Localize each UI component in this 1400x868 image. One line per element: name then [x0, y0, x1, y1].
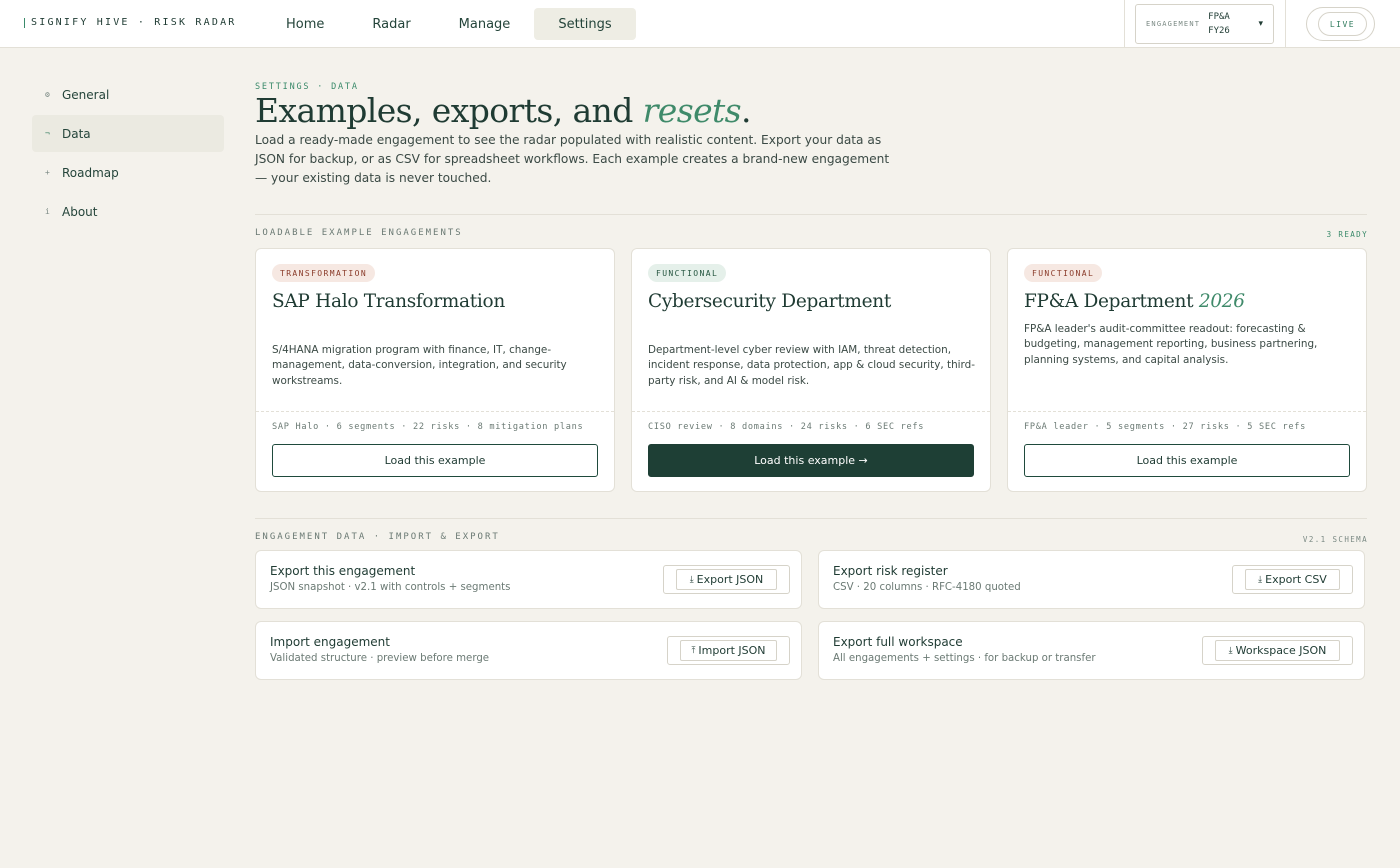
example-meta: CISO review · 8 domains · 24 risks · 6 S… [648, 422, 925, 432]
card-divider [632, 411, 990, 412]
example-meta: FP&A leader · 5 segments · 27 risks · 5 … [1024, 422, 1306, 432]
export-workspace-row: Export full workspace All engagements + … [818, 621, 1365, 680]
category-tag: FUNCTIONAL [648, 264, 727, 282]
download-icon: ⤓ [1228, 645, 1233, 656]
example-title: Cybersecurity Department [648, 289, 891, 315]
sidebar-item-data[interactable]: ¬ Data [32, 115, 224, 152]
plus-icon: + [45, 168, 50, 177]
card-divider [256, 411, 614, 412]
import-json-button[interactable]: ⤒ Import JSON [680, 640, 777, 661]
example-title-text: Cybersecurity Department [648, 291, 892, 312]
nav-settings[interactable]: Settings [534, 8, 636, 40]
example-title-text: FP&A Department [1024, 291, 1199, 312]
sidebar-item-label: General [62, 87, 110, 102]
data-section-title: ENGAGEMENT DATA · IMPORT & EXPORT [255, 532, 500, 542]
nav-manage[interactable]: Manage [435, 8, 535, 40]
top-bar: SIGNIFY HIVE · RISK RADAR Home Radar Man… [0, 0, 1400, 48]
row-subtitle: CSV · 20 columns · RFC-4180 quoted [833, 582, 1021, 593]
engagement-switcher: ENGAGEMENT FP&A FY26 ▾ [1124, 0, 1286, 48]
button-label: Export CSV [1265, 573, 1327, 586]
example-title: SAP Halo Transformation [272, 289, 505, 315]
page-title: Examples, exports, and resets. [255, 88, 751, 134]
nav-home[interactable]: Home [262, 8, 348, 40]
example-meta: SAP Halo · 6 segments · 22 risks · 8 mit… [272, 422, 584, 432]
gear-icon: ⚙ [45, 90, 50, 99]
section-divider [255, 214, 1367, 215]
example-card-fpa: FUNCTIONAL FP&A Department 2026 FP&A lea… [1007, 248, 1367, 492]
page-title-end: . [741, 91, 751, 130]
sidebar-item-about[interactable]: i About [32, 193, 224, 230]
export-engagement-row: Export this engagement JSON snapshot · v… [255, 550, 802, 609]
example-card-sap: TRANSFORMATION SAP Halo Transformation S… [255, 248, 615, 492]
info-icon: i [45, 207, 50, 216]
workspace-json-frame: ⤓ Workspace JSON [1202, 636, 1353, 665]
export-json-button[interactable]: ⤓ Export JSON [676, 569, 777, 590]
brand-name: SIGNIFY HIVE · RISK RADAR [31, 17, 237, 28]
button-label: Workspace JSON [1235, 644, 1327, 657]
sidebar-item-roadmap[interactable]: + Roadmap [32, 154, 224, 191]
sidebar-item-general[interactable]: ⚙ General [32, 76, 224, 113]
data-icon: ¬ [45, 129, 50, 138]
sidebar-item-label: Roadmap [62, 165, 119, 180]
export-register-row: Export risk register CSV · 20 columns · … [818, 550, 1365, 609]
row-subtitle: Validated structure · preview before mer… [270, 653, 490, 664]
load-example-button[interactable]: Load this example [1024, 444, 1350, 477]
page-description: Load a ready-made engagement to see the … [255, 133, 890, 185]
upload-icon: ⤒ [691, 645, 696, 656]
example-card-cyber: FUNCTIONAL Cybersecurity Department Depa… [631, 248, 991, 492]
brand: SIGNIFY HIVE · RISK RADAR [24, 17, 237, 28]
category-tag: TRANSFORMATION [272, 264, 376, 282]
download-icon: ⤓ [1258, 574, 1263, 585]
button-label: Export JSON [696, 573, 764, 586]
example-description: FP&A leader's audit-committee readout: f… [1024, 323, 1318, 366]
row-title: Export full workspace [833, 635, 963, 649]
load-example-button[interactable]: Load this example → [648, 444, 974, 477]
chevron-down-icon: ▾ [1258, 19, 1263, 29]
example-description: S/4HANA migration program with finance, … [272, 344, 567, 387]
engagement-label: ENGAGEMENT [1146, 20, 1201, 28]
page-title-main: Examples, exports, and [255, 91, 643, 130]
sidebar-item-label: About [62, 204, 98, 219]
workspace-json-button[interactable]: ⤓ Workspace JSON [1215, 640, 1340, 661]
schema-version: V2.1 SCHEMA [1302, 535, 1368, 544]
export-csv-button[interactable]: ⤓ Export CSV [1245, 569, 1340, 590]
examples-section-title: LOADABLE EXAMPLE ENGAGEMENTS [255, 228, 463, 238]
row-title: Import engagement [270, 635, 390, 649]
section-divider [255, 518, 1367, 519]
example-title-year: 2026 [1198, 291, 1245, 312]
import-engagement-row: Import engagement Validated structure · … [255, 621, 802, 680]
import-json-frame: ⤒ Import JSON [667, 636, 790, 665]
main-nav: Home Radar Manage Settings [262, 8, 636, 40]
download-icon: ⤓ [689, 574, 694, 585]
engagement-select[interactable]: ENGAGEMENT FP&A FY26 ▾ [1135, 4, 1274, 44]
example-title: FP&A Department 2026 [1024, 289, 1245, 315]
live-badge: LIVE [1318, 12, 1367, 36]
examples-count: 3 READY [1326, 230, 1368, 239]
button-label: Import JSON [698, 644, 766, 657]
row-title: Export this engagement [270, 564, 416, 578]
example-title-text: SAP Halo Transformation [272, 291, 505, 312]
settings-sidebar: ⚙ General ¬ Data + Roadmap i About [32, 76, 224, 232]
row-title: Export risk register [833, 564, 948, 578]
live-toggle[interactable]: LIVE [1306, 7, 1375, 41]
engagement-value: FP&A FY26 [1208, 12, 1230, 36]
brand-mark [24, 17, 25, 28]
card-divider [1008, 411, 1366, 412]
load-example-button[interactable]: Load this example [272, 444, 598, 477]
page-title-emphasis: resets [642, 91, 742, 130]
sidebar-item-label: Data [62, 126, 91, 141]
row-subtitle: All engagements + settings · for backup … [833, 653, 1096, 664]
category-tag: FUNCTIONAL [1024, 264, 1103, 282]
export-json-frame: ⤓ Export JSON [663, 565, 790, 594]
export-csv-frame: ⤓ Export CSV [1232, 565, 1353, 594]
row-subtitle: JSON snapshot · v2.1 with controls + seg… [270, 582, 511, 593]
nav-radar[interactable]: Radar [348, 8, 434, 40]
example-description: Department-level cyber review with IAM, … [648, 344, 975, 387]
